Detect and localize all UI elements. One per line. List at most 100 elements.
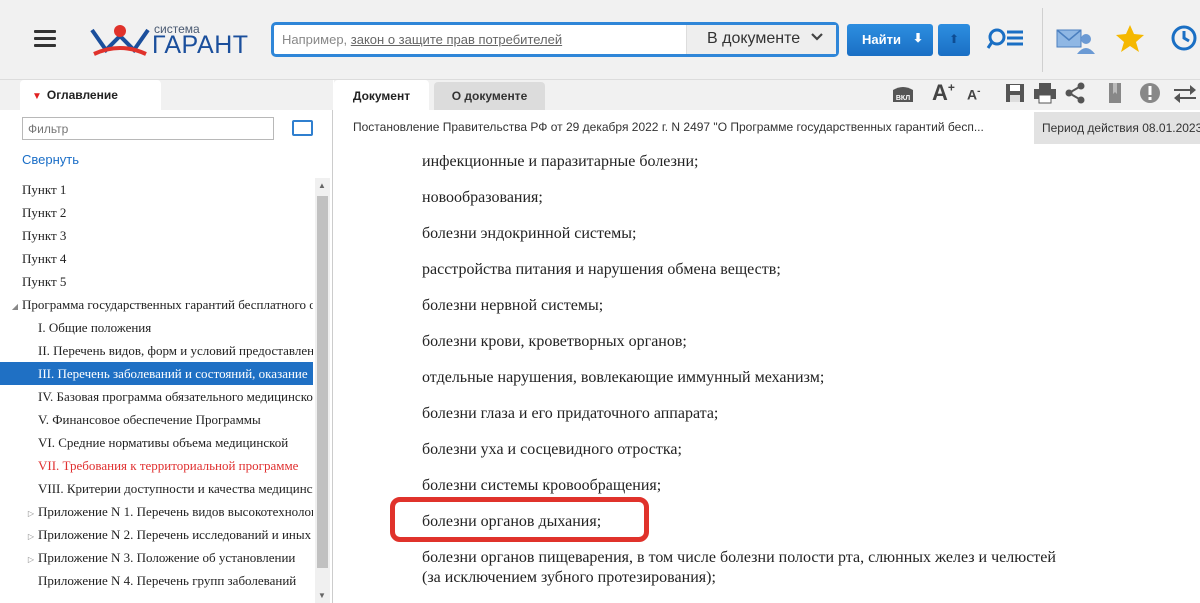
vkl-label: ВКЛ <box>896 95 910 102</box>
tab-toc-label: Оглавление <box>46 88 118 102</box>
doc-paragraph: (за исключением зубного протезирования); <box>422 569 716 586</box>
toc-item-label: Программа государственных гарантий беспл… <box>22 297 313 312</box>
save-icon[interactable] <box>1005 82 1025 106</box>
toc-item-label: Пункт 2 <box>22 205 67 220</box>
doc-paragraph: болезни органов пищеварения, в том числе… <box>422 549 1056 566</box>
toc-item-label: Приложение N 1. Перечень видов высокотех… <box>38 504 313 519</box>
search-placeholder-prefix: Например, <box>282 32 351 47</box>
doc-paragraph: болезни крови, кроветворных органов; <box>422 333 687 350</box>
doc-paragraph: отдельные нарушения, вовлекающие иммунны… <box>422 369 825 386</box>
toc-item[interactable]: IV. Базовая программа обязательного меди… <box>0 385 313 408</box>
filter-input[interactable] <box>22 117 274 140</box>
top-toolbar: система ГАРАНТ Например, закон о защите … <box>0 0 1200 80</box>
toc-panel: Свернуть Пункт 1 Пункт 2 Пункт 3 Пункт 4 Пун… <box>0 110 333 603</box>
toc-item[interactable]: Пункт 5 <box>0 270 313 293</box>
toc-item[interactable]: III. Перечень заболеваний и состояний, о… <box>0 362 313 385</box>
toc-item-label: Приложение N 4. Перечень групп заболеван… <box>38 573 297 588</box>
toc-item[interactable]: Пункт 2 <box>0 201 313 224</box>
validity-period[interactable]: Период действия 08.01.2023 - <box>1034 112 1200 144</box>
find-button-label: Найти <box>862 32 901 47</box>
share-icon[interactable] <box>1064 82 1086 106</box>
toc-item[interactable]: ▷ Приложение N 3. Положение об установлен… <box>0 546 313 569</box>
star-icon[interactable] <box>1114 22 1150 58</box>
filter-toggle-icon[interactable] <box>292 120 313 136</box>
doc-title: Постановление Правительства РФ от 29 дек… <box>353 120 984 134</box>
swap-arrows-icon[interactable] <box>1172 82 1198 106</box>
toc-item-label: IV. Базовая программа обязательного меди… <box>38 389 313 404</box>
toc-item-label: VI. Средние нормативы объема медицинской <box>38 435 289 450</box>
collapsed-triangle-icon[interactable]: ▷ <box>24 502 38 523</box>
header-divider <box>1042 8 1043 72</box>
toc-item[interactable]: ▷ Приложение N 1. Перечень видов высокоте… <box>0 500 313 523</box>
search-placeholder-example[interactable]: закон о защите прав потребителей <box>351 32 562 47</box>
scroll-thumb[interactable] <box>317 196 328 568</box>
bookmark-icon[interactable] <box>1107 82 1123 106</box>
toc-item-label: III. Перечень заболеваний и состояний, о… <box>38 366 308 381</box>
search-settings-icon[interactable] <box>986 24 1026 56</box>
toc-item-label: VIII. Критерии доступности и качества ме… <box>38 481 313 496</box>
tab-toc[interactable]: ▼ Оглавление <box>20 80 161 110</box>
garant-logo[interactable]: система ГАРАНТ <box>90 22 250 62</box>
highlight-annotation <box>390 497 649 542</box>
doc-paragraph: болезни системы кровообращения; <box>422 477 662 494</box>
search-scope-value: В документе <box>707 30 801 47</box>
collapse-link[interactable]: Свернуть <box>22 152 79 167</box>
tab-about-document[interactable]: О документе <box>434 82 545 110</box>
doc-title-bar: Постановление Правительства РФ от 29 дек… <box>334 110 1200 146</box>
accessibility-toggle-icon[interactable]: ВКЛ <box>889 84 917 108</box>
collapsed-triangle-icon[interactable]: ▷ <box>24 548 38 569</box>
arrow-up-icon: ⬆ <box>948 32 960 46</box>
scroll-down-icon[interactable]: ▼ <box>318 591 326 600</box>
font-increase-icon[interactable]: A+ <box>932 80 955 105</box>
collapsed-triangle-icon[interactable]: ▷ <box>24 525 38 546</box>
toc-item[interactable]: VI. Средние нормативы объема медицинской <box>0 431 313 454</box>
expanded-triangle-icon[interactable]: ◢ <box>8 295 22 316</box>
toc-item[interactable]: I. Общие положения <box>0 316 313 339</box>
tab-document[interactable]: Документ <box>334 80 429 110</box>
font-increase-label: A <box>932 80 948 105</box>
toc-item-label: Приложение N 2. Перечень исследований и … <box>38 527 312 542</box>
toc-item-label: Пункт 4 <box>22 251 67 266</box>
toc-item[interactable]: Пункт 3 <box>0 224 313 247</box>
scroll-up-icon[interactable]: ▲ <box>318 181 326 190</box>
menu-icon[interactable] <box>34 30 56 48</box>
toc-item[interactable]: Пункт 4 <box>0 247 313 270</box>
print-icon[interactable] <box>1033 82 1057 106</box>
doc-paragraph: болезни нервной системы; <box>422 297 604 314</box>
search-input[interactable]: Например, закон о защите прав потребител… <box>282 32 682 47</box>
doc-tabs-bar: Документ О документе ВКЛ A+ A- <box>334 80 1200 110</box>
toc-item[interactable]: ▷ Приложение N 2. Перечень исследований и… <box>0 523 313 546</box>
toc-item[interactable]: VIII. Критерии доступности и качества ме… <box>0 477 313 500</box>
toc-item[interactable]: ◢ Программа государственных гарантий бесп… <box>0 293 313 316</box>
toc-item-label: Приложение N 3. Положение об установлени… <box>38 550 296 565</box>
toc-scrollbar[interactable]: ▲ ▼ <box>315 178 330 603</box>
mail-contacts-icon[interactable] <box>1056 22 1095 58</box>
toc-list: Пункт 1 Пункт 2 Пункт 3 Пункт 4 Пункт 5 ◢ Прог… <box>0 178 313 603</box>
toc-item-label: V. Финансовое обеспечение Программы <box>38 412 261 427</box>
arrow-down-icon: ⬇ <box>912 31 923 45</box>
alert-icon[interactable] <box>1139 82 1161 106</box>
toc-item-label: Пункт 3 <box>22 228 67 243</box>
toc-item[interactable]: Приложение N 4. Перечень групп заболеван… <box>0 569 313 592</box>
triangle-down-icon: ▼ <box>32 91 42 102</box>
logo-title: ГАРАНТ <box>152 31 249 59</box>
font-decrease-label: A <box>967 86 978 103</box>
doc-paragraph: расстройства питания и нарушения обмена … <box>422 261 781 278</box>
find-button[interactable]: Найти ⬇ <box>847 24 933 56</box>
doc-paragraph: болезни глаза и его придаточного аппарат… <box>422 405 719 422</box>
find-prev-button[interactable]: ⬆ <box>938 24 970 56</box>
search-scope-select[interactable]: В документе <box>686 25 836 54</box>
toc-item-label: II. Перечень видов, форм и условий предо… <box>38 343 313 358</box>
toc-item[interactable]: II. Перечень видов, форм и условий предо… <box>0 339 313 362</box>
toc-item-label: Пункт 1 <box>22 182 67 197</box>
toc-item[interactable]: Пункт 1 <box>0 178 313 201</box>
history-icon[interactable] <box>1168 22 1200 58</box>
toc-item-label: VII. Требования к территориальной програ… <box>38 458 299 473</box>
toc-item[interactable]: VII. Требования к территориальной програ… <box>0 454 313 477</box>
font-decrease-icon[interactable]: A- <box>967 86 980 110</box>
garant-logo-mark-icon <box>90 25 150 56</box>
left-tabs-bar: ▼ Оглавление <box>0 80 333 110</box>
toc-item[interactable]: V. Финансовое обеспечение Программы <box>0 408 313 431</box>
doc-paragraph: новообразования; <box>422 189 543 206</box>
search-box[interactable]: Например, закон о защите прав потребител… <box>271 22 839 57</box>
